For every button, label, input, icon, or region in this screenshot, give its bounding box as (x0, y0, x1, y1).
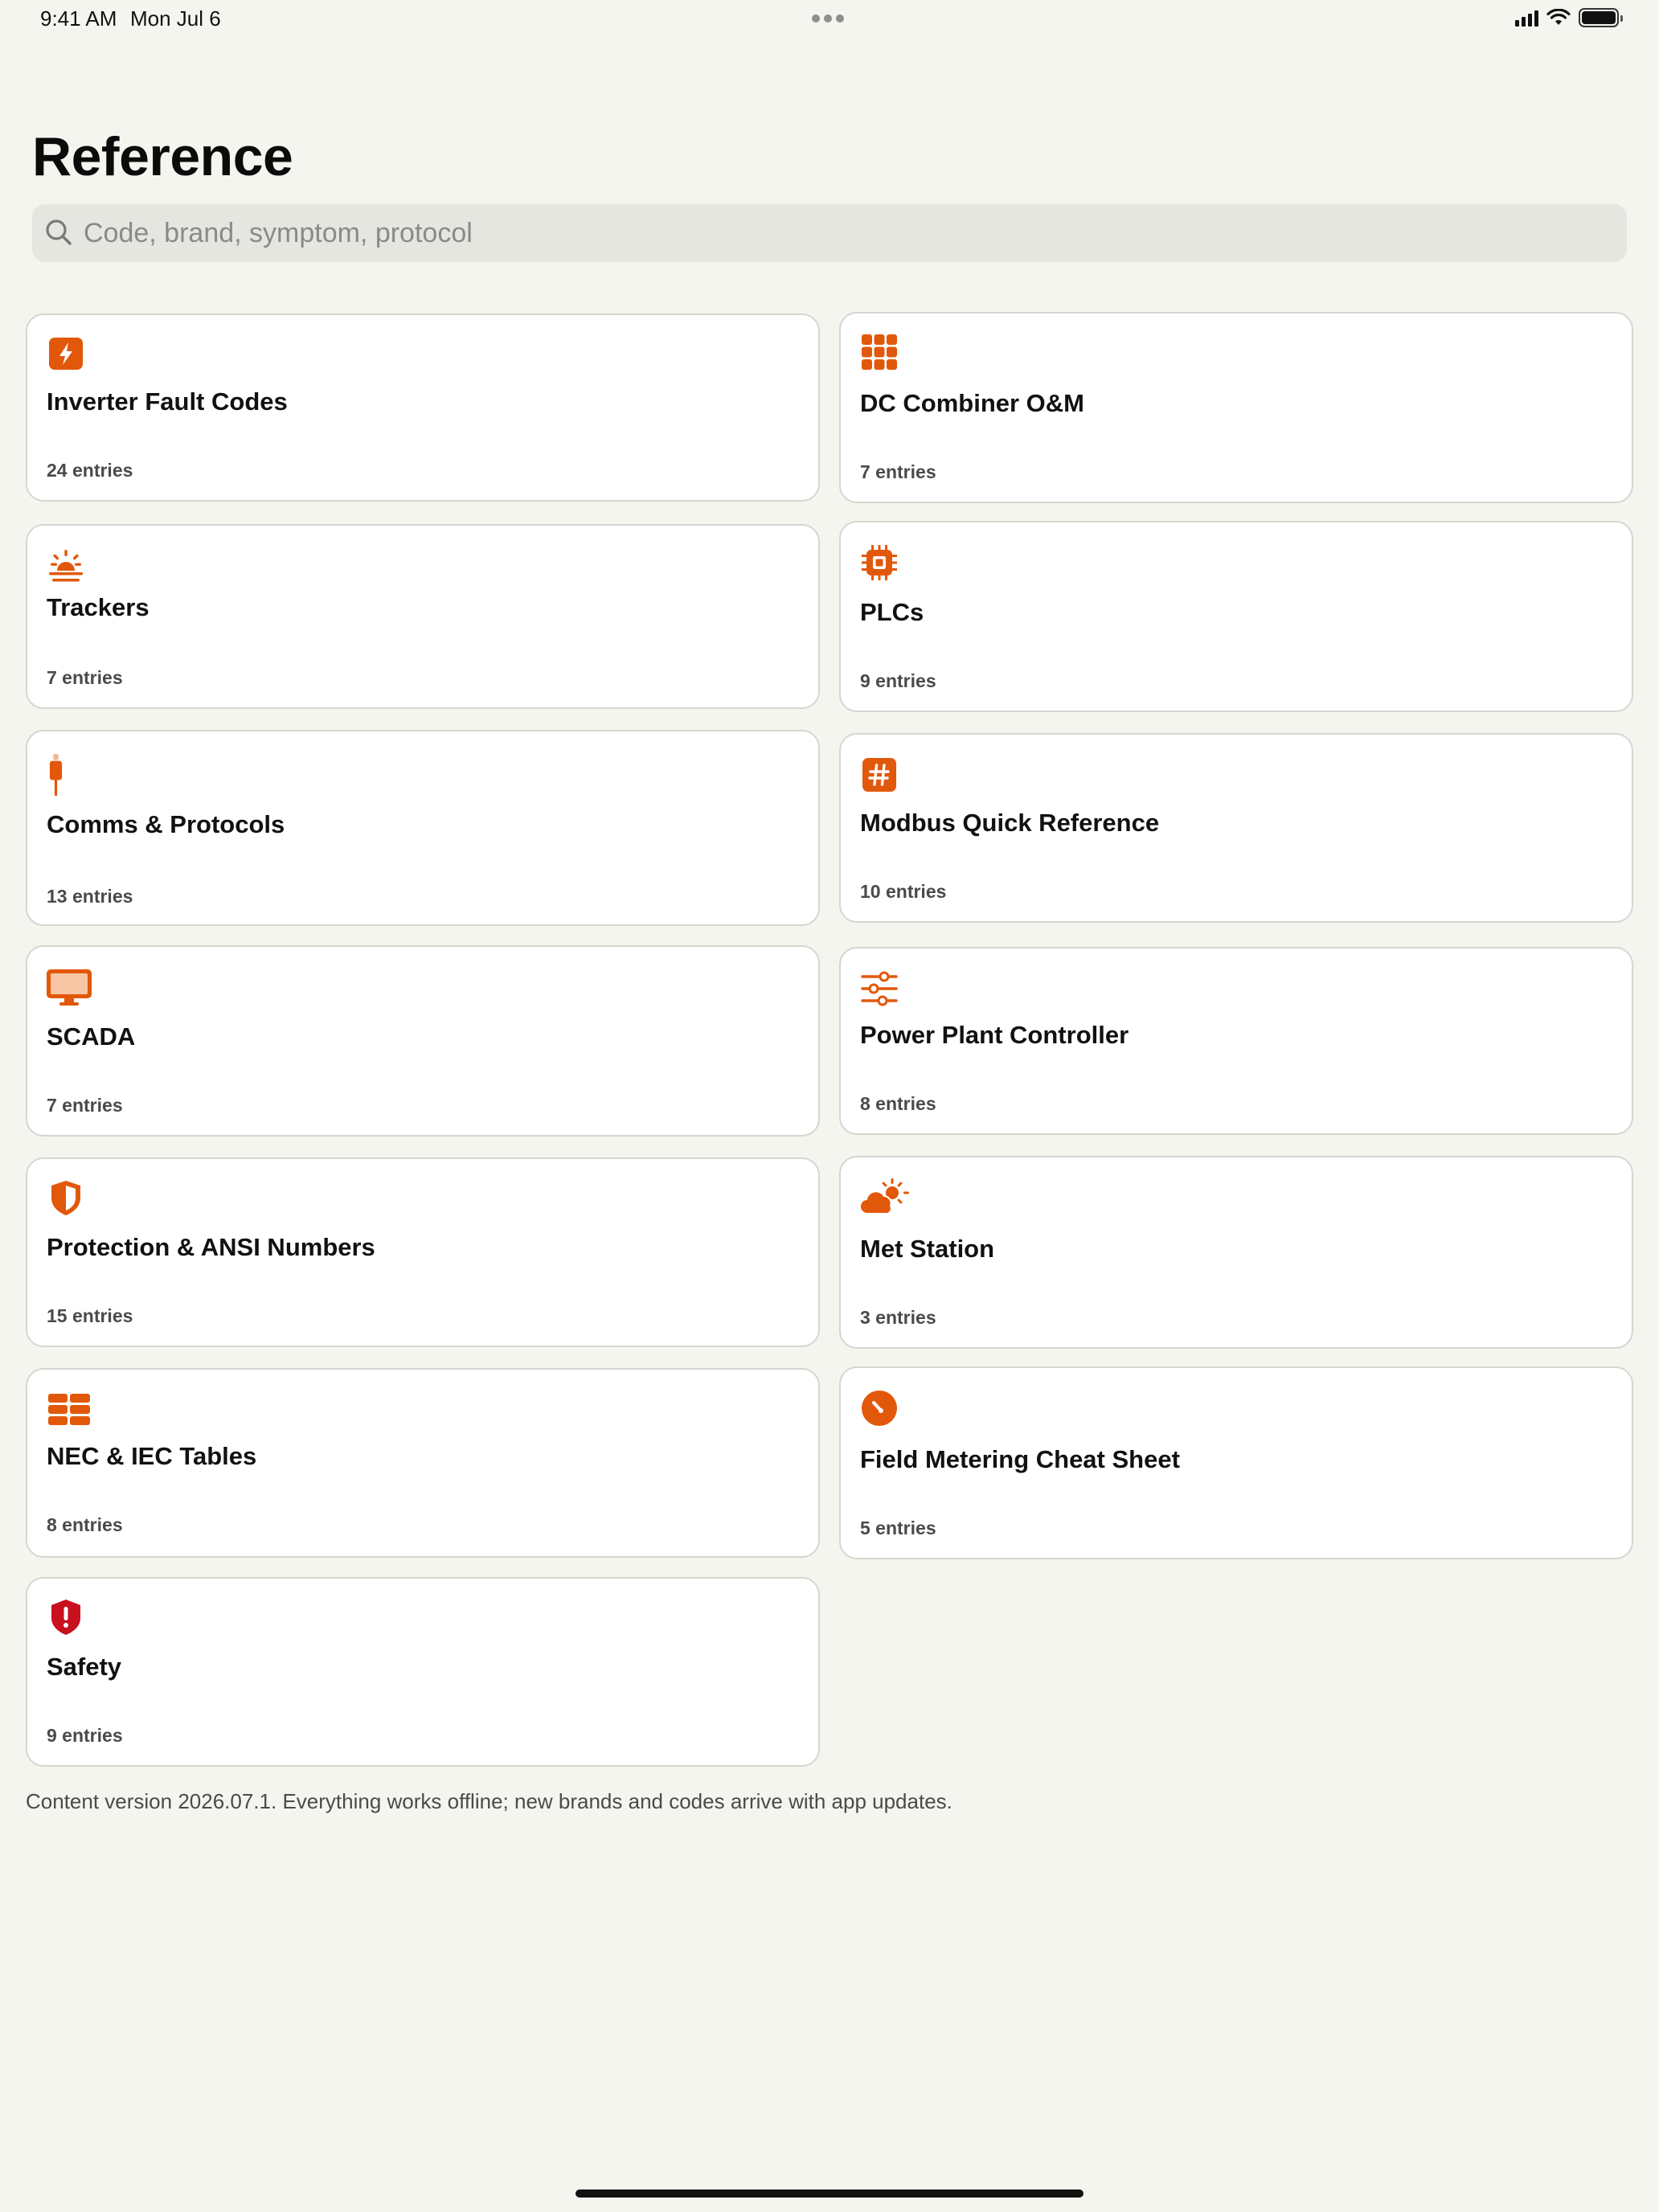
card-entry-count: 13 entries (47, 886, 133, 907)
category-card-protection-ansi[interactable]: Protection & ANSI Numbers 15 entries (26, 1157, 820, 1347)
reference-screen: 9:41 AM Mon Jul 6 Reference Code, brand,… (0, 0, 1659, 2212)
table-icon (48, 1394, 90, 1425)
category-card-nec-iec-tables[interactable]: NEC & IEC Tables 8 entries (26, 1368, 820, 1558)
card-title: Modbus Quick Reference (860, 809, 1160, 837)
wifi-icon (1546, 9, 1571, 25)
card-title: SCADA (47, 1022, 136, 1051)
card-title: Trackers (47, 593, 150, 621)
search-icon (46, 219, 72, 245)
category-card-field-metering[interactable]: Field Metering Cheat Sheet 5 entries (839, 1366, 1633, 1559)
category-card-safety[interactable]: Safety 9 entries (26, 1577, 820, 1767)
card-entry-count: 7 entries (860, 461, 936, 482)
card-title: Comms & Protocols (47, 810, 285, 838)
status-bar: 9:41 AM Mon Jul 6 (0, 0, 1659, 39)
card-entry-count: 15 entries (47, 1305, 133, 1326)
category-card-plcs[interactable]: PLCs 9 entries (839, 521, 1633, 712)
cloud-sun-icon (859, 1178, 909, 1215)
sliders-icon (861, 971, 898, 1006)
bolt-icon (49, 338, 83, 370)
card-title: Safety (47, 1653, 122, 1681)
card-title: DC Combiner O&M (860, 389, 1084, 417)
cable-connector-icon (49, 754, 63, 796)
card-title: Met Station (860, 1235, 995, 1263)
home-indicator[interactable] (576, 2189, 1083, 2198)
card-entry-count: 7 entries (47, 667, 123, 688)
category-card-power-plant-controller[interactable]: Power Plant Controller 8 entries (839, 947, 1633, 1135)
card-title: PLCs (860, 598, 924, 626)
category-card-comms-protocols[interactable]: Comms & Protocols 13 entries (26, 730, 820, 926)
card-entry-count: 24 entries (47, 460, 133, 481)
card-title: Power Plant Controller (860, 1021, 1129, 1049)
status-date: Mon Jul 6 (130, 6, 221, 31)
card-entry-count: 10 entries (860, 881, 947, 902)
card-entry-count: 3 entries (860, 1307, 936, 1328)
search-bar[interactable] (32, 204, 1627, 262)
category-card-met-station[interactable]: Met Station 3 entries (839, 1156, 1633, 1349)
category-card-inverter-fault-codes[interactable]: Inverter Fault Codes 24 entries (26, 313, 820, 502)
category-card-modbus-quick-reference[interactable]: Modbus Quick Reference 10 entries (839, 733, 1633, 923)
status-time: 9:41 AM (40, 6, 117, 31)
card-entry-count: 9 entries (47, 1725, 123, 1746)
card-title: NEC & IEC Tables (47, 1442, 257, 1470)
grid-icon (862, 334, 897, 370)
category-card-dc-combiner[interactable]: DC Combiner O&M 7 entries (839, 312, 1633, 503)
multitasking-dots-icon[interactable] (812, 14, 844, 23)
card-entry-count: 7 entries (47, 1095, 123, 1116)
card-entry-count: 8 entries (47, 1514, 123, 1535)
card-title: Field Metering Cheat Sheet (860, 1445, 1180, 1473)
monitor-icon (47, 969, 92, 1006)
shield-icon (51, 1181, 80, 1215)
category-card-trackers[interactable]: Trackers 7 entries (26, 524, 820, 709)
cpu-icon (862, 545, 897, 580)
card-title: Inverter Fault Codes (47, 387, 288, 416)
card-entry-count: 8 entries (860, 1093, 936, 1114)
page-title: Reference (32, 126, 293, 187)
cellular-signal-icon (1515, 9, 1538, 27)
category-card-scada[interactable]: SCADA 7 entries (26, 945, 820, 1137)
gauge-icon (862, 1391, 897, 1426)
card-entry-count: 9 entries (860, 670, 936, 691)
exclamation-shield-icon (51, 1600, 80, 1635)
card-entry-count: 5 entries (860, 1518, 936, 1538)
content-version-note: Content version 2026.07.1. Everything wo… (26, 1789, 952, 1813)
battery-icon (1579, 8, 1623, 27)
status-indicators (1515, 8, 1623, 27)
sunrise-icon (49, 550, 83, 582)
number-sign-icon (862, 758, 896, 792)
search-input[interactable] (84, 217, 1571, 249)
card-title: Protection & ANSI Numbers (47, 1233, 375, 1261)
